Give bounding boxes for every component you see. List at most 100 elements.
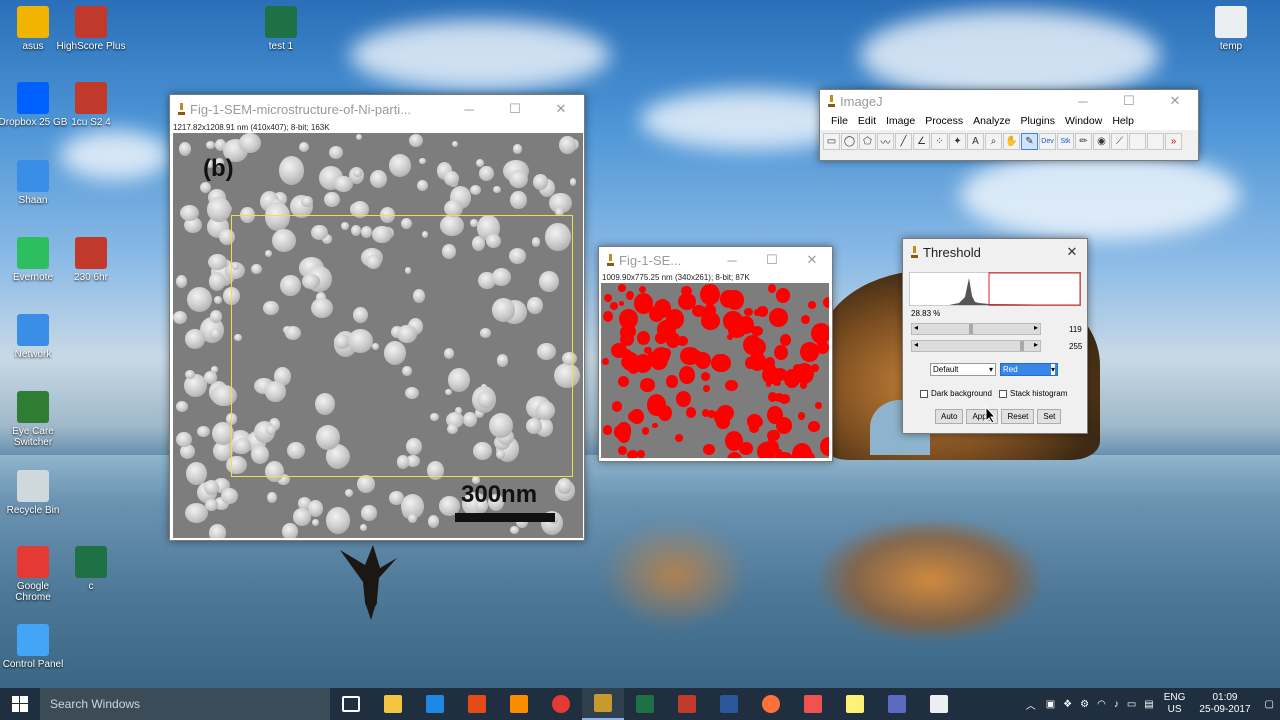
desktop-icon[interactable]: test 1	[246, 6, 316, 52]
reset-button[interactable]: Reset	[1001, 409, 1035, 424]
sem-image-canvas[interactable]: (b) 300nm	[173, 133, 583, 538]
blank-icon-2[interactable]	[1147, 132, 1164, 150]
minimize-button[interactable]: ─	[446, 102, 492, 117]
freehand-icon[interactable]: 〰	[877, 132, 894, 150]
taskbar-window-button[interactable]	[918, 688, 960, 720]
angle-icon[interactable]: ∠	[913, 132, 930, 150]
desktop-icon[interactable]: 230 6hr	[56, 237, 126, 283]
set-button[interactable]: Set	[1037, 409, 1062, 424]
auto-button[interactable]: Auto	[935, 409, 964, 424]
close-button[interactable]: ✕	[792, 252, 832, 268]
search-box[interactable]: Search Windows	[40, 688, 330, 720]
minimize-button[interactable]: ─	[712, 253, 752, 268]
roi-rectangle[interactable]	[231, 215, 573, 477]
show-hidden-icons-icon[interactable]: ︿	[1020, 697, 1042, 712]
taskbar-file-explorer-button[interactable]	[372, 688, 414, 720]
desktop-icon[interactable]: Shaan	[0, 160, 68, 206]
taskbar-edge-button[interactable]	[414, 688, 456, 720]
min-slider-thumb[interactable]	[968, 324, 973, 334]
fill-icon[interactable]: ◉	[1093, 132, 1110, 150]
rect-icon[interactable]: ▭	[823, 132, 840, 150]
dark-background-checkbox[interactable]: Dark background	[920, 389, 992, 398]
dev-icon[interactable]: Dev	[1039, 132, 1056, 150]
text-icon[interactable]: A	[967, 132, 984, 150]
taskbar-imagej-button[interactable]	[582, 688, 624, 720]
taskbar-word-button[interactable]	[708, 688, 750, 720]
language-indicator[interactable]: ENG US	[1158, 692, 1192, 716]
max-slider-thumb[interactable]	[1020, 341, 1024, 351]
close-button[interactable]: ✕	[538, 101, 584, 117]
dropper-icon[interactable]: ✎	[1021, 132, 1038, 150]
notification-icon[interactable]: ▤	[1140, 699, 1157, 710]
action-center-icon[interactable]: ▢	[1259, 699, 1280, 710]
taskbar-excel-button[interactable]	[624, 688, 666, 720]
menu-item[interactable]: Window	[1060, 115, 1107, 127]
taskbar-folder-button[interactable]	[834, 688, 876, 720]
volume-icon[interactable]: ♪	[1110, 699, 1123, 710]
battery-icon[interactable]: ▭	[1123, 699, 1140, 710]
start-button[interactable]	[0, 688, 40, 720]
line-icon[interactable]: ╱	[895, 132, 912, 150]
max-threshold-slider[interactable]: ◂ ▸	[911, 340, 1041, 352]
taskbar-paint-button[interactable]	[792, 688, 834, 720]
menu-item[interactable]: Image	[881, 115, 920, 127]
menu-item[interactable]: Analyze	[968, 115, 1015, 127]
maximize-button[interactable]: ☐	[492, 101, 538, 117]
taskbar-task-view-button[interactable]	[330, 688, 372, 720]
checkbox-box[interactable]	[999, 389, 1007, 398]
oval-icon[interactable]: ◯	[841, 132, 858, 150]
desktop-icon[interactable]: 1cu S2 4	[56, 82, 126, 128]
stack-histogram-checkbox[interactable]: Stack histogram	[999, 389, 1067, 398]
brush-icon[interactable]: ⟋	[1111, 132, 1128, 150]
stk-icon[interactable]: Stk	[1057, 132, 1074, 150]
desktop-icon[interactable]: Eye Care Switcher	[0, 391, 68, 448]
maximize-button[interactable]: ☐	[752, 252, 792, 268]
threshold-preview-window[interactable]: Fig-1-SE... ─ ☐ ✕ 1009.90x775.25 nm (340…	[598, 246, 833, 462]
taskbar-firefox-button[interactable]	[750, 688, 792, 720]
more-icon[interactable]: »	[1165, 132, 1182, 150]
threshold-titlebar[interactable]: Threshold ✕	[903, 239, 1087, 265]
hand-icon[interactable]: ✋	[1003, 132, 1020, 150]
maximize-button[interactable]: ☐	[1106, 93, 1152, 109]
pencil-icon[interactable]: ✏	[1075, 132, 1092, 150]
wifi-icon[interactable]: ◠	[1093, 699, 1110, 710]
taskbar-onenote-button[interactable]	[876, 688, 918, 720]
wand-icon[interactable]: ✦	[949, 132, 966, 150]
dropbox-tray-icon[interactable]: ❖	[1059, 699, 1076, 710]
menu-item[interactable]: Edit	[853, 115, 881, 127]
method-dropdown[interactable]: Default ▾	[930, 363, 996, 376]
settings-tray-icon[interactable]: ⚙	[1076, 699, 1093, 710]
close-button[interactable]: ✕	[1152, 93, 1198, 109]
sem-window-titlebar[interactable]: Fig-1-SEM-microstructure-of-Ni-parti... …	[170, 95, 584, 123]
close-button[interactable]: ✕	[1057, 244, 1087, 260]
threshold-dialog[interactable]: Threshold ✕ 28.83 % ◂ ▸ 119 ◂ ▸ 255 Defa…	[902, 238, 1088, 434]
tray-app-icon[interactable]: ▣	[1042, 699, 1059, 710]
sem-image-window[interactable]: Fig-1-SEM-microstructure-of-Ni-parti... …	[169, 94, 585, 541]
display-dropdown[interactable]: Red ▾	[1000, 363, 1058, 376]
menu-item[interactable]: File	[826, 115, 853, 127]
menu-item[interactable]: Plugins	[1016, 115, 1060, 127]
taskbar-orange-app-button[interactable]	[498, 688, 540, 720]
imagej-titlebar[interactable]: ImageJ ─ ☐ ✕	[820, 90, 1198, 112]
minimize-button[interactable]: ─	[1060, 94, 1106, 109]
desktop-icon[interactable]: Control Panel	[0, 624, 68, 670]
taskbar-office-button[interactable]	[456, 688, 498, 720]
desktop-icon[interactable]: Recycle Bin	[0, 470, 68, 516]
menu-item[interactable]: Help	[1107, 115, 1139, 127]
point-icon[interactable]: ⁘	[931, 132, 948, 150]
taskbar-highscore-button[interactable]	[666, 688, 708, 720]
polygon-icon[interactable]: ⬠	[859, 132, 876, 150]
min-threshold-slider[interactable]: ◂ ▸	[911, 323, 1041, 335]
imagej-main-window[interactable]: ImageJ ─ ☐ ✕ File Edit Image Process Analyze…	[819, 89, 1199, 161]
desktop-icon[interactable]: temp	[1196, 6, 1266, 52]
mask-window-titlebar[interactable]: Fig-1-SE... ─ ☐ ✕	[599, 247, 832, 273]
zoom-icon[interactable]: ⌕	[985, 132, 1002, 150]
desktop-icon[interactable]: c	[56, 546, 126, 592]
checkbox-box[interactable]	[920, 389, 928, 398]
clock[interactable]: 01:09 25-09-2017	[1191, 692, 1258, 716]
desktop-icon[interactable]: Network	[0, 314, 68, 360]
menu-item[interactable]: Process	[920, 115, 968, 127]
thresholded-image-canvas[interactable]	[601, 283, 829, 458]
blank-icon[interactable]	[1129, 132, 1146, 150]
taskbar-chrome-button[interactable]	[540, 688, 582, 720]
